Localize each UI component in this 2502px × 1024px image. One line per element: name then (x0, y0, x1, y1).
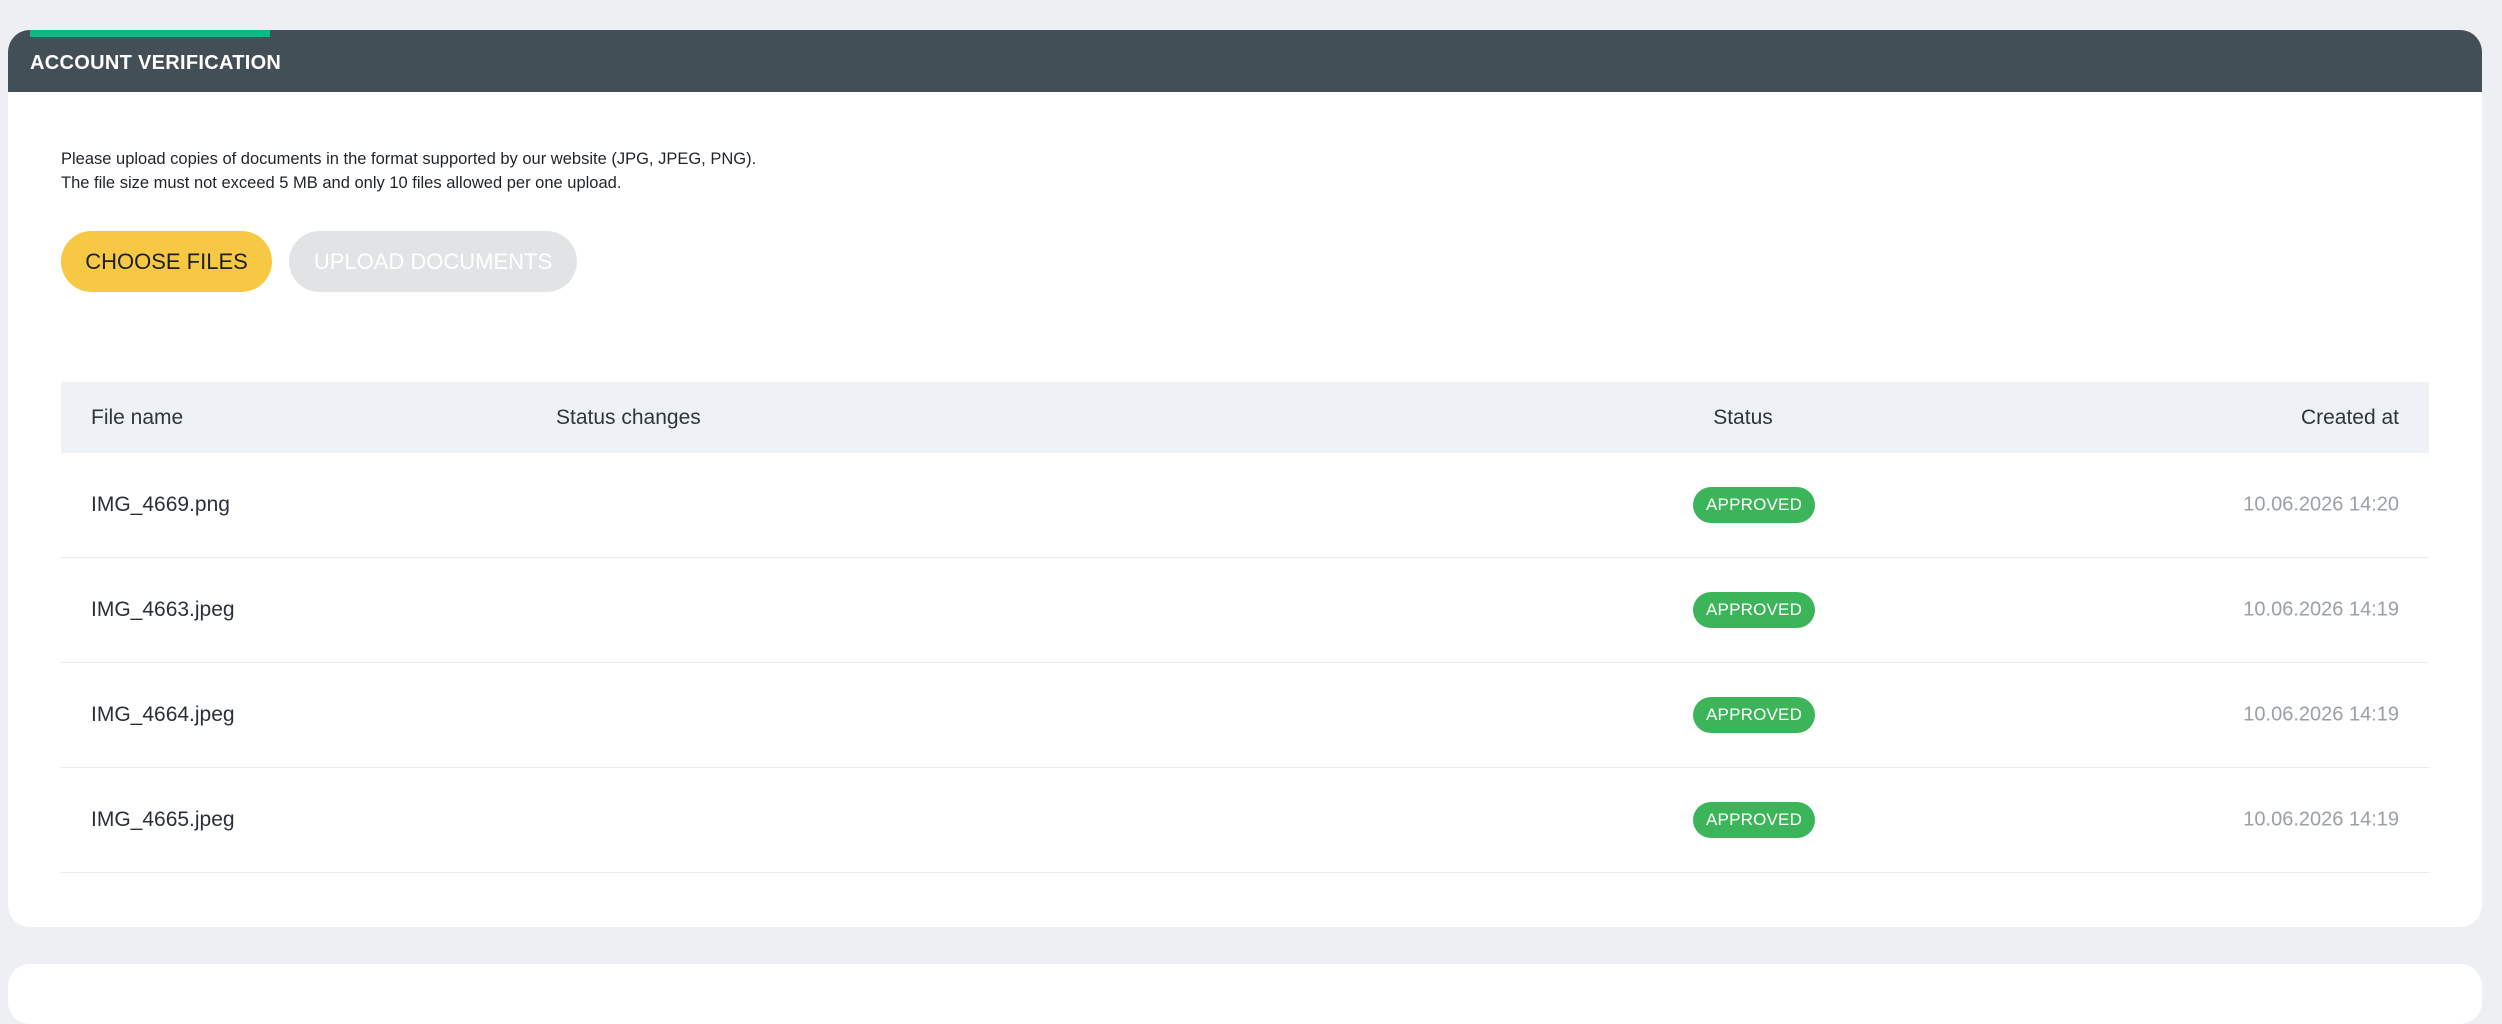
table-row: IMG_4664.jpeg APPROVED 10.06.2026 14:19 (61, 663, 2429, 768)
table-row: IMG_4663.jpeg APPROVED 10.06.2026 14:19 (61, 558, 2429, 663)
header-status: Status (1713, 405, 1773, 429)
header-status-changes: Status changes (556, 405, 701, 429)
created-at-cell: 10.06.2026 14:19 (2243, 703, 2399, 726)
file-name-cell: IMG_4669.png (91, 493, 230, 516)
table-header: File name Status changes Status Created … (61, 382, 2429, 453)
status-badge: APPROVED (1693, 697, 1816, 733)
section-title: ACCOUNT VERIFICATION (30, 52, 282, 74)
table-row: IMG_4669.png APPROVED 10.06.2026 14:20 (61, 453, 2429, 558)
file-name-cell: IMG_4665.jpeg (91, 808, 235, 831)
status-badge: APPROVED (1693, 487, 1816, 523)
status-badge: APPROVED (1693, 592, 1816, 628)
header-accent-bar (30, 30, 270, 37)
file-name-cell: IMG_4663.jpeg (91, 598, 235, 621)
account-verification-card: ACCOUNT VERIFICATION Please upload copie… (8, 30, 2482, 927)
created-at-cell: 10.06.2026 14:19 (2243, 808, 2399, 831)
header-file-name: File name (91, 405, 184, 429)
created-at-cell: 10.06.2026 14:19 (2243, 598, 2399, 621)
choose-files-button[interactable]: CHOOSE FILES (61, 231, 272, 292)
upload-instructions: Please upload copies of documents in the… (61, 147, 756, 195)
instructions-line-2: The file size must not exceed 5 MB and o… (61, 174, 622, 192)
next-section-card (8, 964, 2482, 1024)
documents-table: File name Status changes Status Created … (61, 382, 2429, 873)
upload-documents-button[interactable]: UPLOAD DOCUMENTS (289, 231, 577, 292)
instructions-line-1: Please upload copies of documents in the… (61, 150, 757, 168)
created-at-cell: 10.06.2026 14:20 (2243, 493, 2399, 516)
section-header: ACCOUNT VERIFICATION (8, 30, 2482, 92)
header-created-at: Created at (2300, 405, 2399, 429)
status-badge: APPROVED (1693, 802, 1816, 838)
table-row: IMG_4665.jpeg APPROVED 10.06.2026 14:19 (61, 768, 2429, 873)
file-name-cell: IMG_4664.jpeg (91, 703, 235, 726)
